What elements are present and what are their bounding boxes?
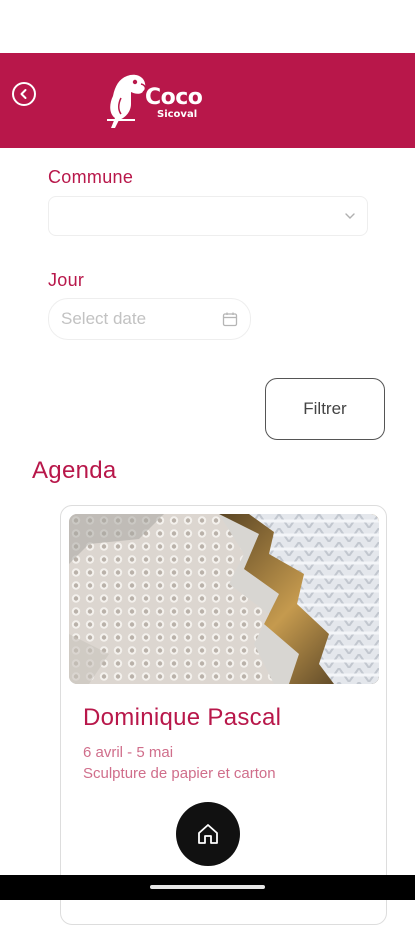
event-image [69, 514, 379, 684]
system-navigation-bar [0, 875, 415, 900]
commune-select[interactable] [48, 196, 368, 236]
app-header: Coco Sicoval [0, 53, 415, 148]
event-date: 6 avril - 5 mai [83, 744, 174, 761]
logo: Coco Sicoval [105, 68, 215, 138]
calendar-icon [222, 312, 238, 327]
chevron-down-icon [345, 213, 355, 219]
commune-label: Commune [48, 167, 134, 187]
home-button[interactable] [176, 802, 240, 866]
event-description: Sculpture de papier et carton [83, 765, 276, 782]
back-button[interactable] [12, 82, 36, 106]
date-picker-input[interactable]: Select date [48, 298, 251, 340]
date-placeholder: Select date [61, 309, 147, 328]
agenda-title: Agenda [32, 457, 117, 484]
arrow-left-icon [20, 89, 27, 99]
home-icon [198, 824, 218, 844]
jour-label: Jour [48, 270, 85, 290]
filter-button[interactable]: Filtrer [265, 378, 385, 440]
event-card[interactable]: Dominique Pascal 6 avril - 5 mai Sculptu… [60, 505, 387, 925]
event-title: Dominique Pascal [83, 704, 282, 731]
gesture-handle[interactable] [150, 885, 265, 889]
logo-subtitle: Sicoval [157, 109, 198, 120]
logo-text: Coco [145, 85, 203, 110]
